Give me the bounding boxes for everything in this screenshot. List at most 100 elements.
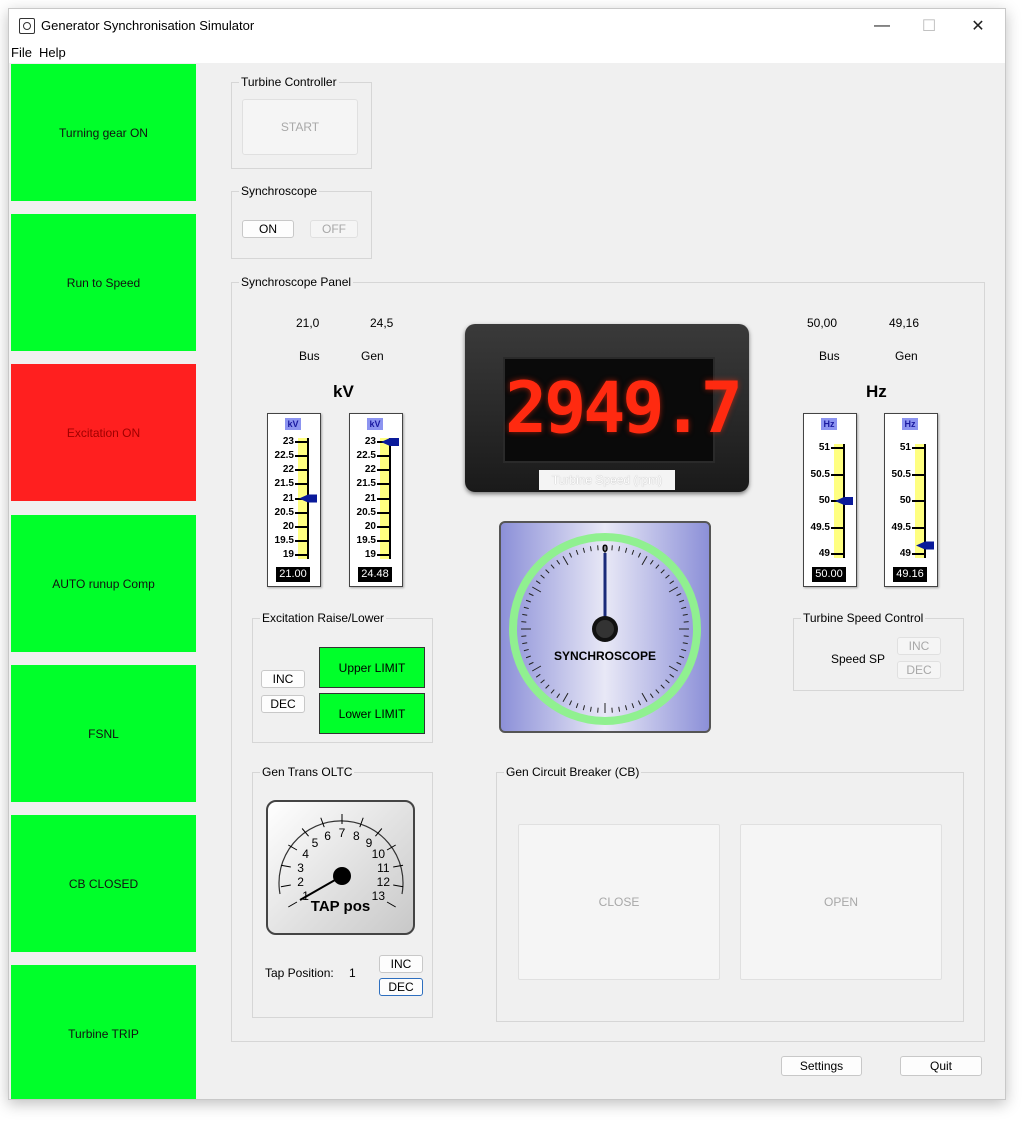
hz-gen-label: Gen bbox=[895, 349, 918, 363]
fsnl-button[interactable]: FSNL bbox=[11, 665, 196, 802]
hz-gen-meter: Hz 51 50.5 50 49.5 49 49.16 bbox=[884, 413, 938, 587]
upper-limit-indicator: Upper LIMIT bbox=[319, 647, 425, 688]
turbine-controller-group: Turbine Controller START bbox=[231, 75, 372, 169]
synchroscope-tick bbox=[532, 586, 542, 593]
synchroscope-label: SYNCHROSCOPE bbox=[553, 649, 657, 663]
excitation-inc-button[interactable]: INC bbox=[261, 670, 305, 688]
synchroscope-tick bbox=[556, 693, 561, 699]
tick-label: 22.5 bbox=[356, 450, 376, 462]
synchroscope-tick bbox=[649, 693, 654, 699]
tick-label: 22 bbox=[364, 464, 376, 476]
tick-label: 50.5 bbox=[891, 468, 911, 480]
group-title: Synchroscope bbox=[239, 184, 320, 198]
synchroscope-tick bbox=[668, 586, 678, 593]
minimize-button[interactable]: — bbox=[859, 9, 905, 43]
synchroscope-tick bbox=[655, 564, 660, 569]
kv-bus-reading: 21.00 bbox=[276, 567, 310, 582]
synchroscope-tick bbox=[682, 613, 688, 616]
quit-button[interactable]: Quit bbox=[900, 1056, 982, 1076]
synchroscope-tick bbox=[668, 665, 678, 672]
synchroscope-tick bbox=[681, 606, 687, 610]
title-bar: Generator Synchronisation Simulator — ☐ … bbox=[9, 9, 1005, 43]
breaker-open-button[interactable]: OPEN bbox=[740, 824, 942, 980]
tap-inc-button[interactable]: INC bbox=[379, 955, 423, 973]
tap-gauge-label: TAP pos bbox=[310, 898, 371, 915]
synchroscope-tick bbox=[589, 706, 592, 712]
excitation-dec-button[interactable]: DEC bbox=[261, 695, 305, 713]
tick-label: 23 bbox=[282, 436, 294, 447]
tick-label: 50 bbox=[899, 495, 911, 506]
tick-label: 22 bbox=[282, 464, 294, 476]
group-title: Turbine Controller bbox=[239, 75, 339, 89]
synchroscope-tick bbox=[525, 599, 531, 603]
tick-label: 21 bbox=[282, 492, 294, 504]
cb-closed-button[interactable]: CB CLOSED bbox=[11, 815, 196, 952]
kv-gen-meter: kV 23 22.5 22 21.5 21 20.5 20 19.5 19 24.48 bbox=[349, 413, 403, 587]
synchroscope-tick bbox=[532, 665, 542, 672]
hz-bus-value: 50,00 bbox=[807, 316, 838, 330]
tap-tick bbox=[359, 817, 364, 828]
breaker-close-button[interactable]: CLOSE bbox=[518, 824, 720, 980]
synchroscope-tick bbox=[665, 574, 670, 579]
tick-label: 20.5 bbox=[274, 506, 294, 518]
tap-dec-button[interactable]: DEC bbox=[379, 978, 423, 996]
auto-runup-button[interactable]: AUTO runup Comp bbox=[11, 515, 196, 652]
tap-position-value: 1 bbox=[349, 966, 356, 980]
speed-display-housing: 2949.7 Turbine Speed (rpm) bbox=[465, 324, 749, 492]
turbine-trip-button[interactable]: Turbine TRIP bbox=[11, 965, 196, 1099]
breaker-group: Gen Circuit Breaker (CB) CLOSE OPEN bbox=[496, 765, 964, 1022]
tick-label: 20 bbox=[364, 520, 376, 532]
tick-label: 49 bbox=[899, 548, 911, 559]
menu-help[interactable]: Help bbox=[39, 45, 66, 60]
speed-inc-button[interactable]: INC bbox=[897, 637, 941, 655]
synchroscope-tick bbox=[641, 556, 648, 566]
speed-readout: 2949.7 bbox=[505, 367, 743, 449]
tap-tick bbox=[280, 864, 291, 868]
settings-button[interactable]: Settings bbox=[781, 1056, 862, 1076]
synchroscope-tick bbox=[655, 689, 660, 694]
synchroscope-tick bbox=[637, 700, 641, 706]
menu-bar: File Help bbox=[9, 43, 1005, 63]
speed-dec-button[interactable]: DEC bbox=[897, 661, 941, 679]
hz-gen-value: 49,16 bbox=[889, 316, 920, 330]
hz-bus-label: Bus bbox=[819, 349, 840, 363]
speed-sp-label: Speed SP bbox=[831, 652, 886, 666]
start-button[interactable]: START bbox=[242, 99, 358, 155]
synchroscope-tick bbox=[682, 642, 688, 645]
app-icon bbox=[19, 18, 35, 34]
hz-bus-pointer bbox=[835, 497, 853, 505]
excitation-on-button[interactable]: Excitation ON bbox=[11, 364, 196, 501]
synchroscope-tick bbox=[618, 706, 621, 712]
synchroscope-tick bbox=[522, 613, 528, 616]
synchroscope-tick bbox=[535, 673, 541, 678]
synchroscope-tick bbox=[660, 569, 665, 574]
synchroscope-tick bbox=[556, 559, 561, 565]
synchroscope-tick bbox=[562, 692, 569, 702]
tick-label: 51 bbox=[899, 442, 911, 453]
synchroscope-off-button[interactable]: OFF bbox=[310, 220, 358, 238]
hz-heading: Hz bbox=[866, 382, 887, 401]
synchroscope-tick bbox=[679, 599, 685, 603]
excitation-group: Excitation Raise/Lower INC DEC Upper LIM… bbox=[252, 611, 433, 743]
menu-file[interactable]: File bbox=[11, 45, 32, 60]
synchroscope-tick bbox=[665, 679, 670, 684]
synchroscope-tick bbox=[660, 684, 665, 689]
speed-control-group: Turbine Speed Control Speed SP INC DEC bbox=[793, 611, 964, 691]
hz-gen-reading: 49.16 bbox=[893, 567, 927, 582]
turning-gear-button[interactable]: Turning gear ON bbox=[11, 64, 196, 201]
window-title: Generator Synchronisation Simulator bbox=[41, 18, 255, 33]
tick-label: 50 bbox=[818, 495, 830, 506]
synchroscope-tick bbox=[624, 705, 628, 711]
close-button[interactable]: ✕ bbox=[955, 9, 1001, 43]
tick-label: 19 bbox=[364, 549, 376, 560]
synchroscope-zero: 0 bbox=[601, 543, 609, 555]
synchroscope-on-button[interactable]: ON bbox=[242, 220, 294, 238]
maximize-button[interactable]: ☐ bbox=[906, 9, 952, 43]
tap-tick bbox=[320, 817, 325, 828]
run-to-speed-button[interactable]: Run to Speed bbox=[11, 214, 196, 351]
synchroscope-dial: 0 SYNCHROSCOPE bbox=[499, 521, 711, 733]
kv-gen-reading: 24.48 bbox=[358, 567, 392, 582]
synchroscope-tick bbox=[528, 593, 534, 597]
synchroscope-tick bbox=[540, 574, 545, 579]
synchroscope-tick bbox=[545, 569, 550, 574]
